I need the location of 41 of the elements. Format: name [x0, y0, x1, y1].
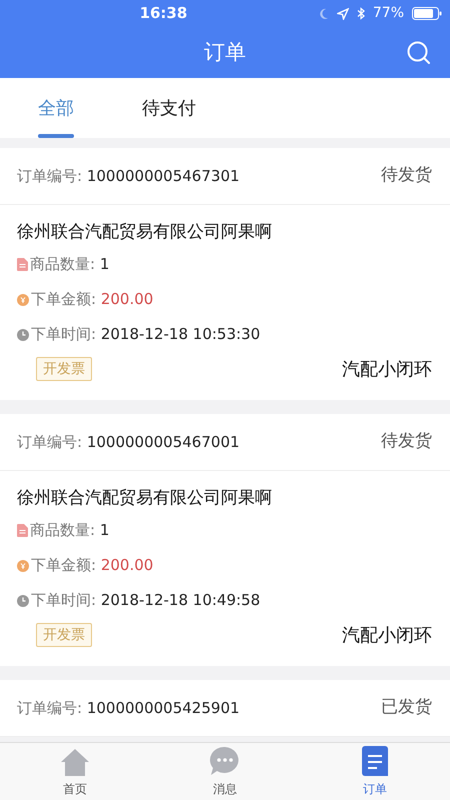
order-number: 订单编号: 1000000005467001	[17, 432, 240, 453]
clock-icon	[17, 594, 29, 606]
shop-name: 汽配小闭环	[342, 624, 432, 648]
order-number: 订单编号: 1000000005467301	[17, 166, 240, 187]
nav-tab[interactable]: 首页	[0, 743, 150, 800]
page-title: 订单	[204, 38, 246, 66]
coin-icon	[17, 560, 29, 572]
battery-percent: 77%	[372, 4, 404, 23]
status-time: 16:38	[140, 3, 188, 24]
nav-tab[interactable]: 订单	[300, 743, 450, 800]
shop-name: 汽配小闭环	[342, 358, 432, 382]
order-number: 订单编号: 1000000005425901	[17, 698, 240, 719]
filter-tab[interactable]: 全部	[38, 78, 74, 138]
filter-tab[interactable]: 待支付	[142, 78, 196, 138]
coin-icon	[17, 294, 29, 306]
amount-text: 下单金额: 200.00	[31, 555, 154, 576]
order-card[interactable]: 订单编号: 1000000005425901 已发货	[0, 680, 450, 737]
nav-tab[interactable]: 消息	[150, 743, 300, 800]
order-card[interactable]: 订单编号: 1000000005467001 待发货 徐州联合汽配贸易有限公司阿果啊 商品数量: 1 下单金额: 200.00 下单时间: 2018-12-18 10:49:58 开发票 汽配小闭环	[0, 414, 450, 666]
battery-icon	[412, 7, 442, 20]
moon-icon	[318, 8, 329, 20]
time-text: 下单时间: 2018-12-18 10:49:58	[31, 590, 260, 612]
document-icon	[362, 746, 388, 776]
chat-icon	[210, 746, 240, 776]
order-status: 待发货	[381, 430, 432, 454]
company-name: 徐州联合汽配贸易有限公司阿果啊	[17, 221, 273, 244]
amount-text: 下单金额: 200.00	[31, 289, 154, 310]
order-status: 已发货	[381, 696, 432, 720]
quantity-text: 商品数量: 1	[30, 254, 110, 276]
order-card[interactable]: 订单编号: 1000000005467301 待发货 徐州联合汽配贸易有限公司阿果啊 商品数量: 1 下单金额: 200.00 下单时间: 2018-12-18 10:53:30 开发票 汽配小闭环	[0, 148, 450, 400]
location-icon	[336, 8, 349, 20]
clock-icon	[17, 328, 29, 340]
document-icon	[17, 524, 28, 537]
document-icon	[17, 258, 28, 271]
bluetooth-icon	[356, 7, 365, 20]
time-text: 下单时间: 2018-12-18 10:53:30	[31, 324, 260, 346]
quantity-text: 商品数量: 1	[30, 520, 110, 542]
search-button[interactable]	[406, 40, 432, 66]
company-name: 徐州联合汽配贸易有限公司阿果啊	[17, 487, 273, 510]
home-icon	[60, 748, 90, 776]
order-status: 待发货	[381, 164, 432, 188]
